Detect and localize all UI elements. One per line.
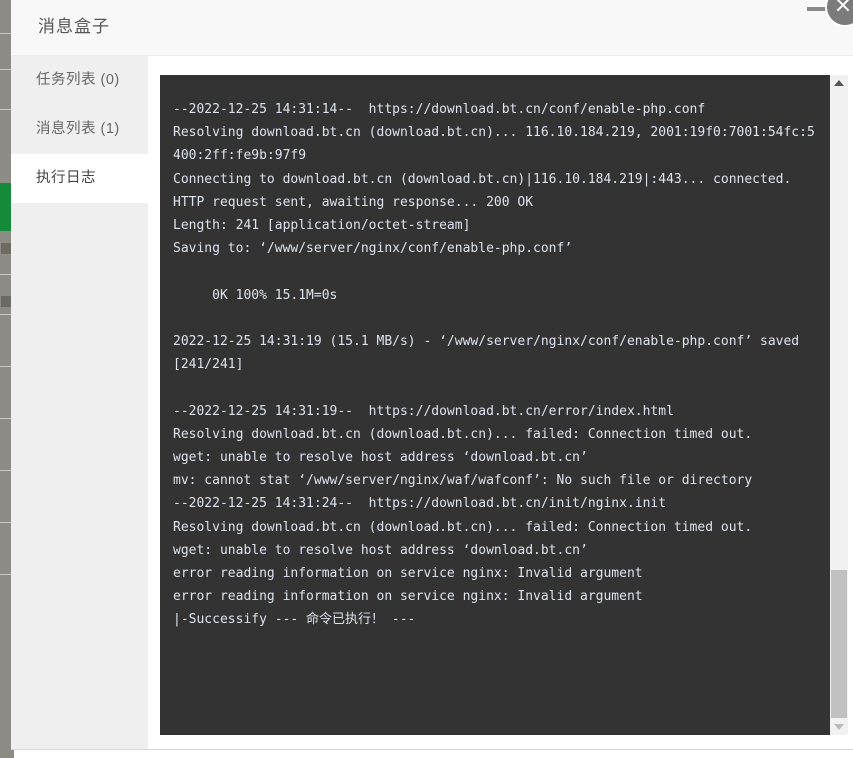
log-scrollbar[interactable]: [830, 75, 848, 735]
log-output-text: --2022-12-25 14:31:14-- https://download…: [173, 102, 815, 628]
dialog-sidebar: 任务列表 (0) 消息列表 (1) 执行日志: [11, 56, 148, 749]
sidebar-item-execution-log[interactable]: 执行日志: [11, 154, 148, 203]
execution-log-panel: --2022-12-25 14:31:14-- https://download…: [148, 56, 853, 749]
dialog-header: 消息盒子: [11, 0, 853, 56]
page-title: 消息盒子: [38, 17, 110, 36]
chevron-down-icon: [834, 724, 844, 730]
sidebar-item-label: 消息列表 (1): [36, 121, 120, 137]
log-console[interactable]: --2022-12-25 14:31:14-- https://download…: [160, 75, 830, 735]
sidebar-item-label: 执行日志: [36, 170, 96, 186]
sidebar-item-task-list[interactable]: 任务列表 (0): [11, 56, 148, 105]
sidebar-item-label: 任务列表 (0): [36, 72, 120, 88]
scroll-down-arrow-icon[interactable]: [830, 718, 848, 735]
message-box-dialog: 消息盒子 任务列表 (0) 消息列表 (1) 执行日志 --2022-12-25…: [11, 0, 853, 750]
scrollbar-thumb[interactable]: [831, 570, 847, 718]
scroll-up-arrow-icon[interactable]: [830, 75, 848, 92]
sidebar-item-message-list[interactable]: 消息列表 (1): [11, 105, 148, 154]
chevron-up-icon: [834, 80, 844, 86]
